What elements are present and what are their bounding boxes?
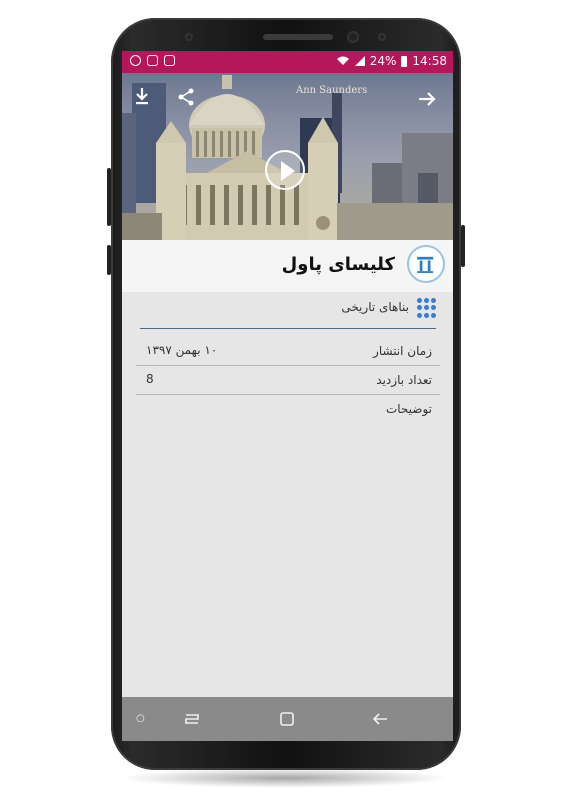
divider <box>140 328 436 329</box>
play-button[interactable] <box>265 150 305 190</box>
front-camera <box>347 31 359 43</box>
download-icon[interactable] <box>134 87 150 105</box>
volume-button <box>107 168 111 226</box>
title-card: کلیسای پاول <box>122 240 453 292</box>
pillar-logo-icon <box>407 245 445 283</box>
battery-percent: 24% <box>369 54 397 68</box>
bixby-button <box>107 245 111 275</box>
back-button-icon[interactable] <box>372 711 388 727</box>
visits-value: 8 <box>146 372 154 386</box>
signal-icon <box>354 56 365 66</box>
recent-apps-icon[interactable] <box>184 711 200 727</box>
earpiece-speaker <box>263 34 333 40</box>
home-button-icon[interactable] <box>279 711 295 727</box>
nav-dot-icon: ○ <box>136 713 145 724</box>
screen: 24% 14:58 Ann Saunders کلیسای پاول بناها… <box>122 51 453 741</box>
sim-icon <box>147 55 158 66</box>
status-bar: 24% 14:58 <box>122 51 453 73</box>
visits-label: تعداد بازدید <box>376 373 432 387</box>
publish-value: ۱۰ بهمن ۱۳۹۷ <box>146 343 218 357</box>
publish-row: زمان انتشار ۱۰ بهمن ۱۳۹۷ <box>136 337 440 366</box>
category-label: بناهای تاریخی <box>341 300 409 314</box>
phone-shadow <box>120 768 450 788</box>
clock: 14:58 <box>412 54 447 68</box>
iris-sensor <box>378 33 386 41</box>
page-title: کلیسای پاول <box>281 254 395 275</box>
description-label: توضیحات <box>385 402 432 416</box>
power-button <box>461 225 465 267</box>
gallery-icon <box>164 55 175 66</box>
category-row[interactable]: بناهای تاریخی <box>122 292 453 330</box>
android-nav-bar: ○ <box>122 697 453 741</box>
hero-author: Ann Saunders <box>296 85 368 96</box>
visits-row: تعداد بازدید 8 <box>136 366 440 395</box>
share-icon[interactable] <box>176 87 196 107</box>
hero-image: Ann Saunders <box>122 73 453 240</box>
battery-icon <box>401 55 408 67</box>
grid-dots-icon <box>417 298 437 318</box>
forward-arrow-icon[interactable] <box>418 91 436 107</box>
proximity-sensor <box>185 33 193 41</box>
publish-label: زمان انتشار <box>373 344 432 358</box>
account-icon <box>130 55 141 66</box>
wifi-icon <box>336 56 349 65</box>
description-row: توضیحات <box>136 395 440 423</box>
